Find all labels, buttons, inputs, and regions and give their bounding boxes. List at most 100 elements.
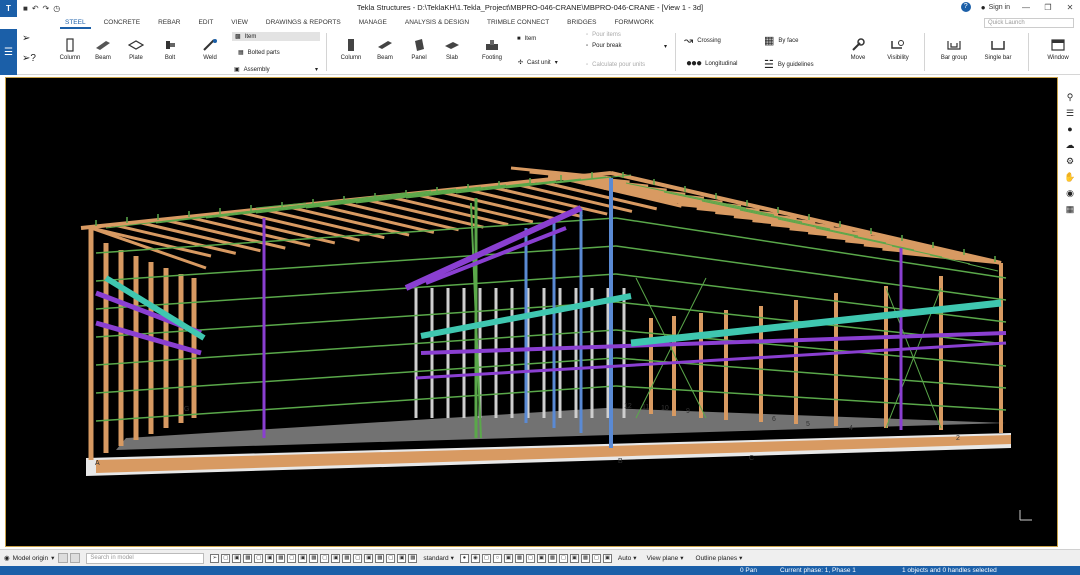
model-viewport-3d[interactable]: A B C G 2 4 5 6 9 10 11 12: [5, 77, 1058, 547]
cast-unit-button[interactable]: ✣ Cast unit ▾: [518, 59, 558, 67]
filter-standard-dropdown[interactable]: standard ▾: [423, 554, 454, 563]
select-switch-icon[interactable]: ▢: [287, 553, 297, 563]
concrete-slab-button[interactable]: Slab: [434, 38, 470, 61]
connect-icon[interactable]: ⚲: [1064, 92, 1076, 102]
select-switch-icon[interactable]: ▣: [364, 553, 374, 563]
snap-switch-icon[interactable]: ▢: [591, 553, 601, 563]
steel-column-button[interactable]: Column: [52, 38, 88, 61]
globe-icon[interactable]: ●: [1064, 124, 1076, 134]
snap-switch-icon[interactable]: ▢: [558, 553, 568, 563]
by-guidelines-button[interactable]: ☱ By guidelines: [764, 58, 814, 71]
steel-weld-button[interactable]: Weld: [192, 38, 228, 61]
tab-edit[interactable]: EDIT: [189, 17, 222, 29]
snap-switch-icon[interactable]: ▩: [514, 553, 524, 563]
select-switch-icon[interactable]: ▩: [375, 553, 385, 563]
concrete-footing-button[interactable]: Footing: [474, 38, 510, 61]
visibility-button[interactable]: Visibility: [880, 38, 916, 61]
select-switch-icon[interactable]: ▩: [309, 553, 319, 563]
view-icon[interactable]: [70, 553, 81, 563]
steel-more-chevron-icon[interactable]: ▾: [315, 66, 318, 73]
assembly-button[interactable]: ▣ Assembly: [234, 66, 270, 74]
tab-steel[interactable]: STEEL: [56, 17, 95, 29]
auto-dropdown[interactable]: Auto ▾: [618, 554, 637, 563]
select-switch-icon[interactable]: ➢: [210, 553, 220, 563]
tab-bridges[interactable]: BRIDGES: [558, 17, 605, 29]
select-arrow-icon[interactable]: ➢: [22, 33, 30, 44]
model-origin-dropdown[interactable]: ◉ Model origin ▾: [4, 554, 54, 563]
steel-bolt-button[interactable]: Bolt: [152, 38, 188, 61]
select-switch-icon[interactable]: ▣: [265, 553, 275, 563]
select-switch-icon[interactable]: ▢: [386, 553, 396, 563]
concrete-more-chevron-icon[interactable]: ▾: [664, 43, 667, 50]
select-help-icon[interactable]: ➢?: [22, 53, 36, 64]
sign-in-button[interactable]: ● Sign in: [981, 3, 1010, 12]
help-icon[interactable]: ?: [960, 2, 971, 12]
snap-switch-icon[interactable]: ◉: [470, 553, 480, 563]
restore-button[interactable]: ❐: [1042, 3, 1054, 12]
tekla-logo-icon[interactable]: T: [0, 0, 17, 17]
apps-icon[interactable]: ▦: [1064, 204, 1076, 214]
select-switch-icon[interactable]: ▣: [232, 553, 242, 563]
pour-break-button[interactable]: ▫ Pour break: [586, 43, 622, 49]
save-icon[interactable]: ■: [23, 4, 28, 13]
concrete-panel-button[interactable]: Panel: [401, 38, 437, 61]
search-in-model-input[interactable]: Search in model: [86, 552, 205, 564]
select-switch-icon[interactable]: ▩: [342, 553, 352, 563]
longitudinal-button[interactable]: ●●● Longitudinal: [686, 58, 738, 69]
cloud-icon[interactable]: ☁: [1064, 140, 1076, 150]
select-switch-icon[interactable]: ▣: [298, 553, 308, 563]
history-icon[interactable]: ◷: [53, 4, 60, 13]
snap-switch-icon[interactable]: ▣: [602, 553, 612, 563]
view-plane-dropdown[interactable]: View plane ▾: [647, 554, 684, 563]
work-area-icon[interactable]: [58, 553, 69, 563]
snap-switch-icon[interactable]: ▩: [580, 553, 590, 563]
sphere-icon[interactable]: ◉: [1064, 188, 1076, 198]
select-switch-icon[interactable]: ▩: [243, 553, 253, 563]
crossing-button[interactable]: ↝ Crossing: [684, 34, 721, 47]
undo-icon[interactable]: ↶: [32, 4, 39, 13]
select-switch-icon[interactable]: ▢: [254, 553, 264, 563]
tab-trimble-connect[interactable]: TRIMBLE CONNECT: [478, 17, 558, 29]
snap-switch-icon[interactable]: ○: [492, 553, 502, 563]
concrete-beam-button[interactable]: Beam: [367, 38, 403, 61]
tab-manage[interactable]: MANAGE: [350, 17, 396, 29]
tab-rebar[interactable]: REBAR: [149, 17, 189, 29]
select-switch-icon[interactable]: ▣: [331, 553, 341, 563]
outline-planes-dropdown[interactable]: Outline planes ▾: [696, 554, 743, 563]
minimize-button[interactable]: —: [1020, 3, 1032, 12]
snap-switch-icon[interactable]: ▣: [503, 553, 513, 563]
snap-switch-icon[interactable]: ▢: [481, 553, 491, 563]
steel-plate-button[interactable]: Plate: [118, 38, 154, 61]
by-face-button[interactable]: ▦ By face: [764, 34, 798, 47]
snap-switch-icon[interactable]: ▩: [547, 553, 557, 563]
concrete-column-button[interactable]: Column: [333, 38, 369, 61]
select-switch-icon[interactable]: ▢: [221, 553, 231, 563]
tab-concrete[interactable]: CONCRETE: [95, 17, 149, 29]
close-button[interactable]: ✕: [1064, 3, 1076, 12]
bar-group-button[interactable]: Bar group: [936, 38, 972, 61]
select-switch-icon[interactable]: ▣: [397, 553, 407, 563]
item-button[interactable]: ▩ Item: [232, 32, 320, 41]
redo-icon[interactable]: ↷: [43, 4, 50, 13]
settings-icon[interactable]: ⚙: [1064, 156, 1076, 166]
tab-formwork[interactable]: FORMWORK: [605, 17, 662, 29]
select-switch-icon[interactable]: ▢: [353, 553, 363, 563]
select-switch-icon[interactable]: ▢: [320, 553, 330, 563]
single-bar-button[interactable]: Single bar: [980, 38, 1016, 61]
move-button[interactable]: Move: [840, 38, 876, 61]
side-pane-toggle-icon[interactable]: ☰: [0, 29, 17, 75]
tab-analysis-design[interactable]: ANALYSIS & DESIGN: [396, 17, 478, 29]
quick-launch-input[interactable]: Quick Launch: [984, 18, 1074, 28]
steel-beam-button[interactable]: Beam: [85, 38, 121, 61]
window-button[interactable]: Window: [1040, 38, 1076, 61]
properties-icon[interactable]: ☰: [1064, 108, 1076, 118]
tab-drawings-reports[interactable]: DRAWINGS & REPORTS: [257, 17, 350, 29]
select-switch-icon[interactable]: ▩: [408, 553, 418, 563]
select-switch-icon[interactable]: ▩: [276, 553, 286, 563]
snap-switch-icon[interactable]: ▣: [569, 553, 579, 563]
tab-view[interactable]: VIEW: [222, 17, 257, 29]
bolted-parts-button[interactable]: ▦ Bolted parts: [238, 49, 280, 57]
snap-switch-icon[interactable]: ●: [459, 553, 469, 563]
snap-switch-icon[interactable]: ▢: [525, 553, 535, 563]
snap-switch-icon[interactable]: ▣: [536, 553, 546, 563]
